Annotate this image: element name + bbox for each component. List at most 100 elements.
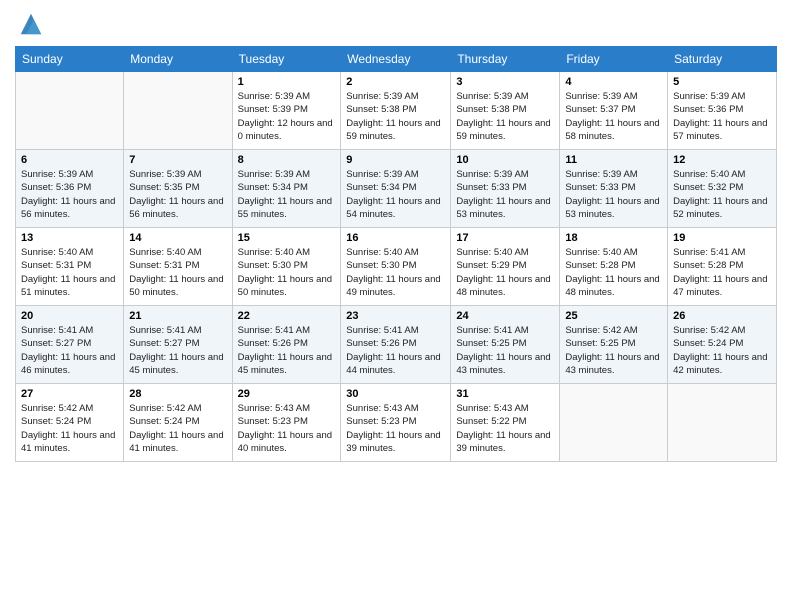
header	[15, 10, 777, 38]
logo	[15, 10, 45, 38]
calendar-cell: 17Sunrise: 5:40 AMSunset: 5:29 PMDayligh…	[451, 228, 560, 306]
day-number: 16	[346, 232, 445, 244]
cell-content: Sunrise: 5:39 AMSunset: 5:33 PMDaylight:…	[456, 169, 550, 220]
calendar-cell: 1 Sunrise: 5:39 AMSunset: 5:39 PMDaylight…	[232, 72, 341, 150]
calendar-cell: 14Sunrise: 5:40 AMSunset: 5:31 PMDayligh…	[124, 228, 232, 306]
calendar-cell: 26Sunrise: 5:42 AMSunset: 5:24 PMDayligh…	[668, 306, 777, 384]
weekday-header: Sunday	[16, 47, 124, 72]
calendar-cell: 18Sunrise: 5:40 AMSunset: 5:28 PMDayligh…	[560, 228, 668, 306]
day-number: 4	[565, 76, 662, 88]
cell-content: Sunrise: 5:40 AMSunset: 5:31 PMDaylight:…	[129, 247, 223, 298]
weekday-header: Saturday	[668, 47, 777, 72]
day-number: 21	[129, 310, 226, 322]
cell-content: Sunrise: 5:39 AMSunset: 5:38 PMDaylight:…	[456, 91, 550, 142]
calendar-cell: 11 Sunrise: 5:39 AMSunset: 5:33 PMDayligh…	[560, 150, 668, 228]
cell-content: Sunrise: 5:43 AMSunset: 5:23 PMDaylight:…	[238, 403, 332, 454]
calendar-table: SundayMondayTuesdayWednesdayThursdayFrid…	[15, 46, 777, 462]
day-number: 19	[673, 232, 771, 244]
calendar-cell: 31 Sunrise: 5:43 AMSunset: 5:22 PMDayligh…	[451, 384, 560, 462]
weekday-header: Friday	[560, 47, 668, 72]
cell-content: Sunrise: 5:39 AMSunset: 5:38 PMDaylight:…	[346, 91, 440, 142]
day-number: 1	[238, 76, 336, 88]
day-number: 28	[129, 388, 226, 400]
cell-content: Sunrise: 5:39 AMSunset: 5:34 PMDaylight:…	[346, 169, 440, 220]
calendar-cell: 10 Sunrise: 5:39 AMSunset: 5:33 PMDayligh…	[451, 150, 560, 228]
calendar-cell: 3 Sunrise: 5:39 AMSunset: 5:38 PMDaylight…	[451, 72, 560, 150]
day-number: 24	[456, 310, 554, 322]
cell-content: Sunrise: 5:39 AMSunset: 5:39 PMDaylight:…	[238, 91, 333, 142]
cell-content: Sunrise: 5:40 AMSunset: 5:28 PMDaylight:…	[565, 247, 659, 298]
calendar-cell: 20 Sunrise: 5:41 AMSunset: 5:27 PMDayligh…	[16, 306, 124, 384]
calendar-cell: 9Sunrise: 5:39 AMSunset: 5:34 PMDaylight…	[341, 150, 451, 228]
day-number: 3	[456, 76, 554, 88]
calendar-cell: 2 Sunrise: 5:39 AMSunset: 5:38 PMDaylight…	[341, 72, 451, 150]
day-number: 23	[346, 310, 445, 322]
cell-content: Sunrise: 5:39 AMSunset: 5:37 PMDaylight:…	[565, 91, 659, 142]
day-number: 5	[673, 76, 771, 88]
day-number: 25	[565, 310, 662, 322]
cell-content: Sunrise: 5:41 AMSunset: 5:27 PMDaylight:…	[21, 325, 115, 376]
cell-content: Sunrise: 5:41 AMSunset: 5:27 PMDaylight:…	[129, 325, 223, 376]
weekday-header: Wednesday	[341, 47, 451, 72]
cell-content: Sunrise: 5:40 AMSunset: 5:30 PMDaylight:…	[238, 247, 332, 298]
cell-content: Sunrise: 5:39 AMSunset: 5:34 PMDaylight:…	[238, 169, 332, 220]
cell-content: Sunrise: 5:41 AMSunset: 5:26 PMDaylight:…	[238, 325, 332, 376]
calendar-cell: 4 Sunrise: 5:39 AMSunset: 5:37 PMDaylight…	[560, 72, 668, 150]
day-number: 2	[346, 76, 445, 88]
day-number: 22	[238, 310, 336, 322]
calendar-week-row: 1 Sunrise: 5:39 AMSunset: 5:39 PMDaylight…	[16, 72, 777, 150]
cell-content: Sunrise: 5:41 AMSunset: 5:28 PMDaylight:…	[673, 247, 767, 298]
weekday-header: Thursday	[451, 47, 560, 72]
day-number: 6	[21, 154, 118, 166]
calendar-cell: 12 Sunrise: 5:40 AMSunset: 5:32 PMDayligh…	[668, 150, 777, 228]
day-number: 29	[238, 388, 336, 400]
calendar-cell: 25 Sunrise: 5:42 AMSunset: 5:25 PMDayligh…	[560, 306, 668, 384]
cell-content: Sunrise: 5:39 AMSunset: 5:33 PMDaylight:…	[565, 169, 659, 220]
day-number: 13	[21, 232, 118, 244]
day-number: 26	[673, 310, 771, 322]
calendar-cell: 22 Sunrise: 5:41 AMSunset: 5:26 PMDayligh…	[232, 306, 341, 384]
cell-content: Sunrise: 5:43 AMSunset: 5:23 PMDaylight:…	[346, 403, 440, 454]
day-number: 27	[21, 388, 118, 400]
calendar-cell: 19 Sunrise: 5:41 AMSunset: 5:28 PMDayligh…	[668, 228, 777, 306]
calendar-cell: 5 Sunrise: 5:39 AMSunset: 5:36 PMDaylight…	[668, 72, 777, 150]
cell-content: Sunrise: 5:43 AMSunset: 5:22 PMDaylight:…	[456, 403, 550, 454]
logo-icon	[17, 10, 45, 38]
cell-content: Sunrise: 5:42 AMSunset: 5:25 PMDaylight:…	[565, 325, 659, 376]
calendar-cell	[668, 384, 777, 462]
day-number: 31	[456, 388, 554, 400]
day-number: 12	[673, 154, 771, 166]
cell-content: Sunrise: 5:39 AMSunset: 5:36 PMDaylight:…	[21, 169, 115, 220]
calendar-week-row: 27 Sunrise: 5:42 AMSunset: 5:24 PMDayligh…	[16, 384, 777, 462]
cell-content: Sunrise: 5:40 AMSunset: 5:30 PMDaylight:…	[346, 247, 440, 298]
calendar-cell: 16 Sunrise: 5:40 AMSunset: 5:30 PMDayligh…	[341, 228, 451, 306]
calendar-cell: 6 Sunrise: 5:39 AMSunset: 5:36 PMDaylight…	[16, 150, 124, 228]
calendar-cell: 27 Sunrise: 5:42 AMSunset: 5:24 PMDayligh…	[16, 384, 124, 462]
calendar-cell	[124, 72, 232, 150]
cell-content: Sunrise: 5:42 AMSunset: 5:24 PMDaylight:…	[21, 403, 115, 454]
calendar-cell: 13 Sunrise: 5:40 AMSunset: 5:31 PMDayligh…	[16, 228, 124, 306]
page: SundayMondayTuesdayWednesdayThursdayFrid…	[0, 0, 792, 612]
calendar-cell: 7Sunrise: 5:39 AMSunset: 5:35 PMDaylight…	[124, 150, 232, 228]
day-number: 11	[565, 154, 662, 166]
calendar-cell: 21 Sunrise: 5:41 AMSunset: 5:27 PMDayligh…	[124, 306, 232, 384]
calendar-cell: 29 Sunrise: 5:43 AMSunset: 5:23 PMDayligh…	[232, 384, 341, 462]
cell-content: Sunrise: 5:41 AMSunset: 5:25 PMDaylight:…	[456, 325, 550, 376]
calendar-week-row: 13 Sunrise: 5:40 AMSunset: 5:31 PMDayligh…	[16, 228, 777, 306]
day-number: 30	[346, 388, 445, 400]
day-number: 8	[238, 154, 336, 166]
calendar-cell: 15Sunrise: 5:40 AMSunset: 5:30 PMDayligh…	[232, 228, 341, 306]
day-number: 10	[456, 154, 554, 166]
day-number: 17	[456, 232, 554, 244]
calendar-week-row: 20 Sunrise: 5:41 AMSunset: 5:27 PMDayligh…	[16, 306, 777, 384]
cell-content: Sunrise: 5:40 AMSunset: 5:31 PMDaylight:…	[21, 247, 115, 298]
weekday-header: Monday	[124, 47, 232, 72]
header-row: SundayMondayTuesdayWednesdayThursdayFrid…	[16, 47, 777, 72]
calendar-cell: 23Sunrise: 5:41 AMSunset: 5:26 PMDayligh…	[341, 306, 451, 384]
calendar-cell: 24 Sunrise: 5:41 AMSunset: 5:25 PMDayligh…	[451, 306, 560, 384]
calendar-week-row: 6 Sunrise: 5:39 AMSunset: 5:36 PMDaylight…	[16, 150, 777, 228]
day-number: 7	[129, 154, 226, 166]
cell-content: Sunrise: 5:40 AMSunset: 5:32 PMDaylight:…	[673, 169, 767, 220]
day-number: 20	[21, 310, 118, 322]
cell-content: Sunrise: 5:39 AMSunset: 5:36 PMDaylight:…	[673, 91, 767, 142]
